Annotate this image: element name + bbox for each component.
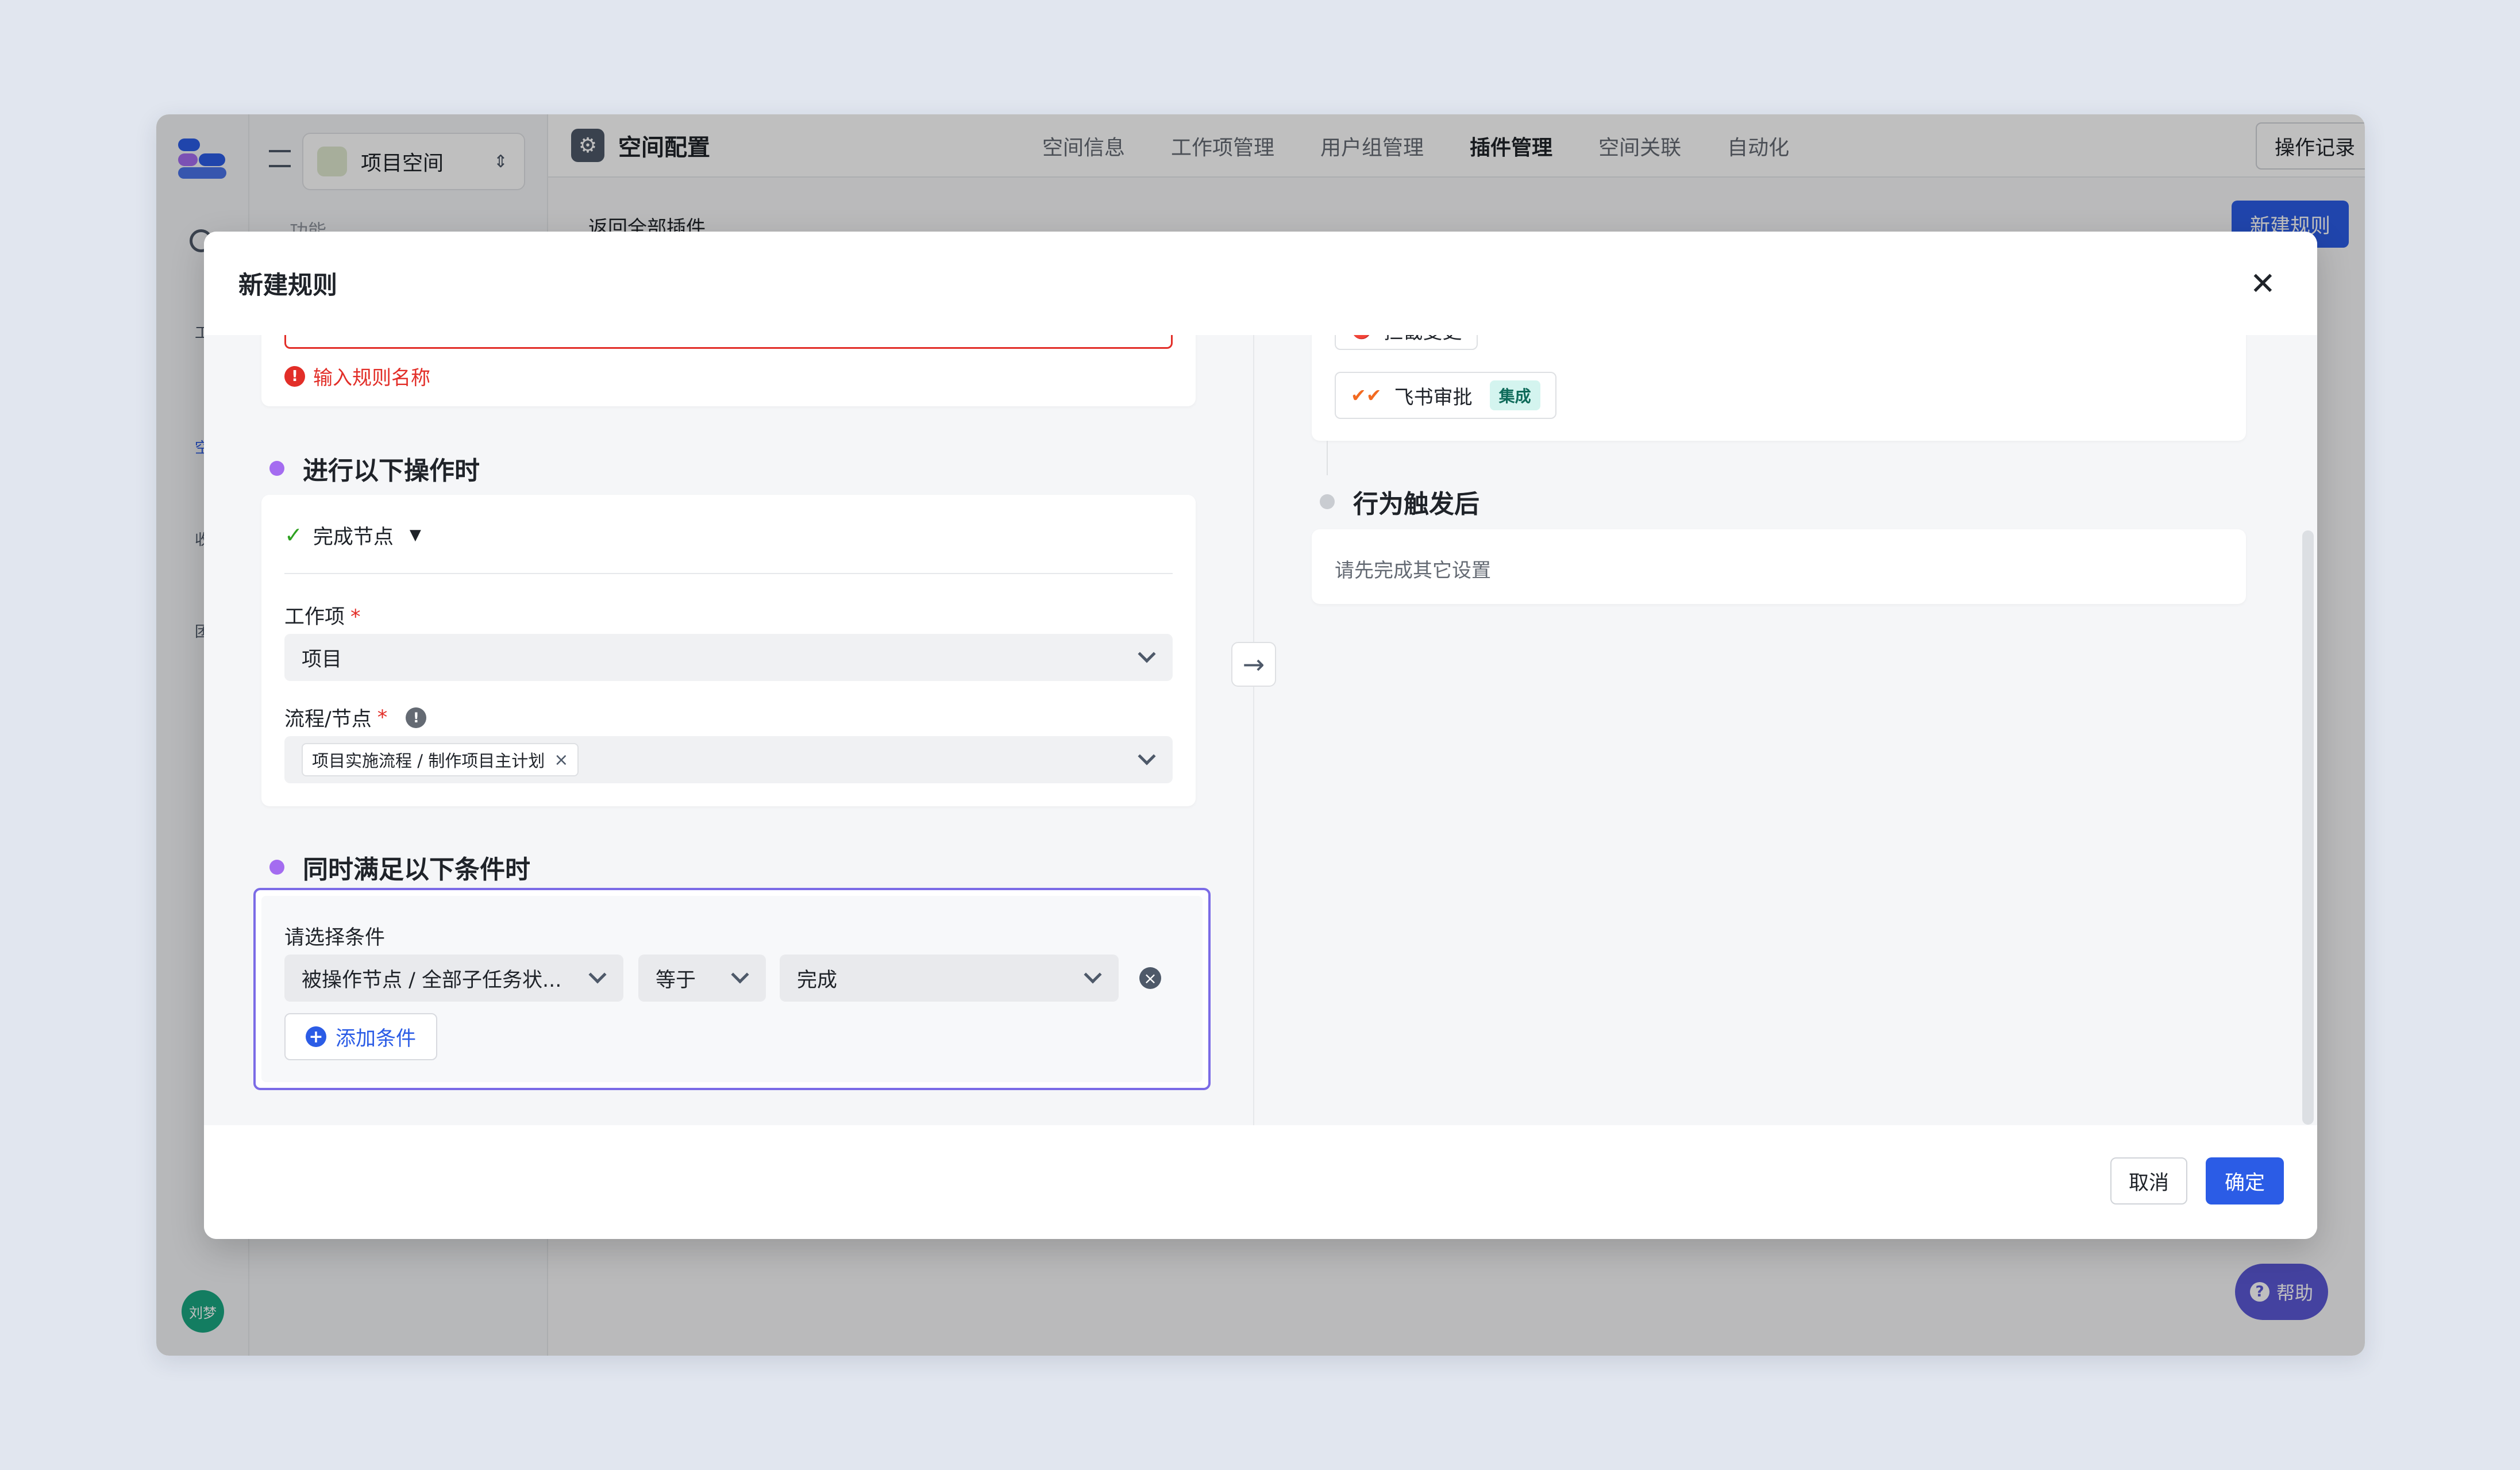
feishu-label: 飞书审批 [1394, 386, 1473, 409]
intercept-label: 拦截变更 [1384, 335, 1462, 344]
after-placeholder: 请先完成其它设置 [1335, 559, 1491, 582]
section-dot [269, 461, 284, 476]
modal-title: 新建规则 [238, 271, 337, 300]
work-item-select[interactable]: 项目 [284, 634, 1173, 681]
rule-name-card: ! 输入规则名称 [261, 335, 1196, 406]
flow-label: 流程/节点 * ! [284, 703, 427, 732]
integration-badge: 集成 [1489, 380, 1540, 410]
modal-footer: 取消 确定 [204, 1125, 2317, 1239]
rule-name-input[interactable] [284, 335, 1173, 349]
after-card: 请先完成其它设置 [1312, 529, 2246, 604]
condition-operator-select[interactable]: 等于 [638, 955, 766, 1002]
section-dot [269, 860, 284, 875]
close-icon[interactable]: ✕ [2250, 265, 2276, 302]
condition-field-value: 被操作节点 / 全部子任务状... [302, 968, 562, 992]
feishu-approval-option[interactable]: ✔✔ 飞书审批 集成 [1335, 372, 1556, 419]
plus-circle-icon: + [305, 1026, 326, 1047]
rule-name-error-text: 输入规则名称 [313, 367, 430, 390]
column-divider [1253, 335, 1254, 1125]
chevron-down-icon [1138, 645, 1156, 663]
condition-label: 请选择条件 [284, 926, 386, 949]
chevron-down-icon [588, 965, 607, 984]
tag-close-icon[interactable]: × [554, 750, 568, 770]
trigger-section-label: 进行以下操作时 [303, 456, 480, 486]
section-dot [1320, 494, 1335, 509]
info-icon[interactable]: ! [406, 707, 427, 728]
scrollbar[interactable] [2302, 530, 2314, 1125]
condition-value: 完成 [797, 968, 838, 992]
action-options-card: ⛔ 拦截变更 ✔✔ 飞书审批 集成 [1312, 335, 2246, 441]
flow-node-tag-label: 项目实施流程 / 制作项目主计划 [312, 751, 545, 771]
new-rule-modal: 新建规则 ✕ ! 输入规则名称 进行以下操作时 ✓ 完成节点 ▼ 工作项 * 项… [204, 232, 2317, 1239]
work-item-label: 工作项 * [284, 601, 361, 630]
condition-field-select[interactable]: 被操作节点 / 全部子任务状... [284, 955, 623, 1002]
arrow-right-icon: → [1231, 642, 1276, 687]
add-condition-label: 添加条件 [335, 1027, 416, 1050]
condition-section-title: 同时满足以下条件时 [269, 849, 530, 886]
required-mark: * [377, 706, 388, 729]
work-item-label-text: 工作项 [284, 606, 345, 629]
intercept-icon: ⛔ [1351, 335, 1372, 340]
feishu-icon: ✔✔ [1351, 384, 1382, 406]
action-selector[interactable]: ✓ 完成节点 ▼ [284, 518, 421, 552]
add-condition-button[interactable]: + 添加条件 [284, 1013, 437, 1060]
required-mark: * [350, 606, 361, 629]
chevron-down-icon [731, 965, 749, 984]
cancel-button[interactable]: 取消 [2110, 1157, 2187, 1205]
condition-value-select[interactable]: 完成 [780, 955, 1119, 1002]
condition-card-highlight: 请选择条件 被操作节点 / 全部子任务状... 等于 完成 × + 添加条件 [253, 888, 1211, 1090]
error-icon: ! [284, 365, 305, 387]
caret-down-icon: ▼ [409, 526, 421, 544]
action-label: 完成节点 [313, 525, 394, 549]
after-section-label: 行为触发后 [1353, 490, 1479, 519]
condition-operator-value: 等于 [656, 968, 696, 992]
after-section-title: 行为触发后 [1320, 483, 1479, 520]
chevron-down-icon [1138, 747, 1156, 765]
chevron-down-icon [1084, 965, 1102, 984]
modal-header: 新建规则 ✕ [204, 232, 2317, 335]
trigger-section-title: 进行以下操作时 [269, 450, 480, 487]
check-icon: ✓ [284, 522, 303, 548]
condition-section-label: 同时满足以下条件时 [303, 855, 530, 884]
intercept-change-option[interactable]: ⛔ 拦截变更 [1335, 335, 1478, 350]
timeline-connector [1327, 441, 1328, 475]
flow-node-select[interactable]: 项目实施流程 / 制作项目主计划 × [284, 736, 1173, 783]
divider [284, 573, 1173, 574]
confirm-button[interactable]: 确定 [2206, 1157, 2284, 1205]
flow-label-text: 流程/节点 [284, 708, 372, 731]
remove-condition-icon[interactable]: × [1139, 967, 1161, 989]
trigger-card: ✓ 完成节点 ▼ 工作项 * 项目 流程/节点 * ! 项目实施流程 / 制作项目主… [261, 495, 1196, 806]
work-item-value: 项目 [302, 648, 342, 671]
flow-node-tag: 项目实施流程 / 制作项目主计划 × [302, 743, 579, 776]
rule-name-error: ! 输入规则名称 [284, 362, 430, 390]
modal-body: ! 输入规则名称 进行以下操作时 ✓ 完成节点 ▼ 工作项 * 项目 流程/节点… [204, 335, 2317, 1125]
